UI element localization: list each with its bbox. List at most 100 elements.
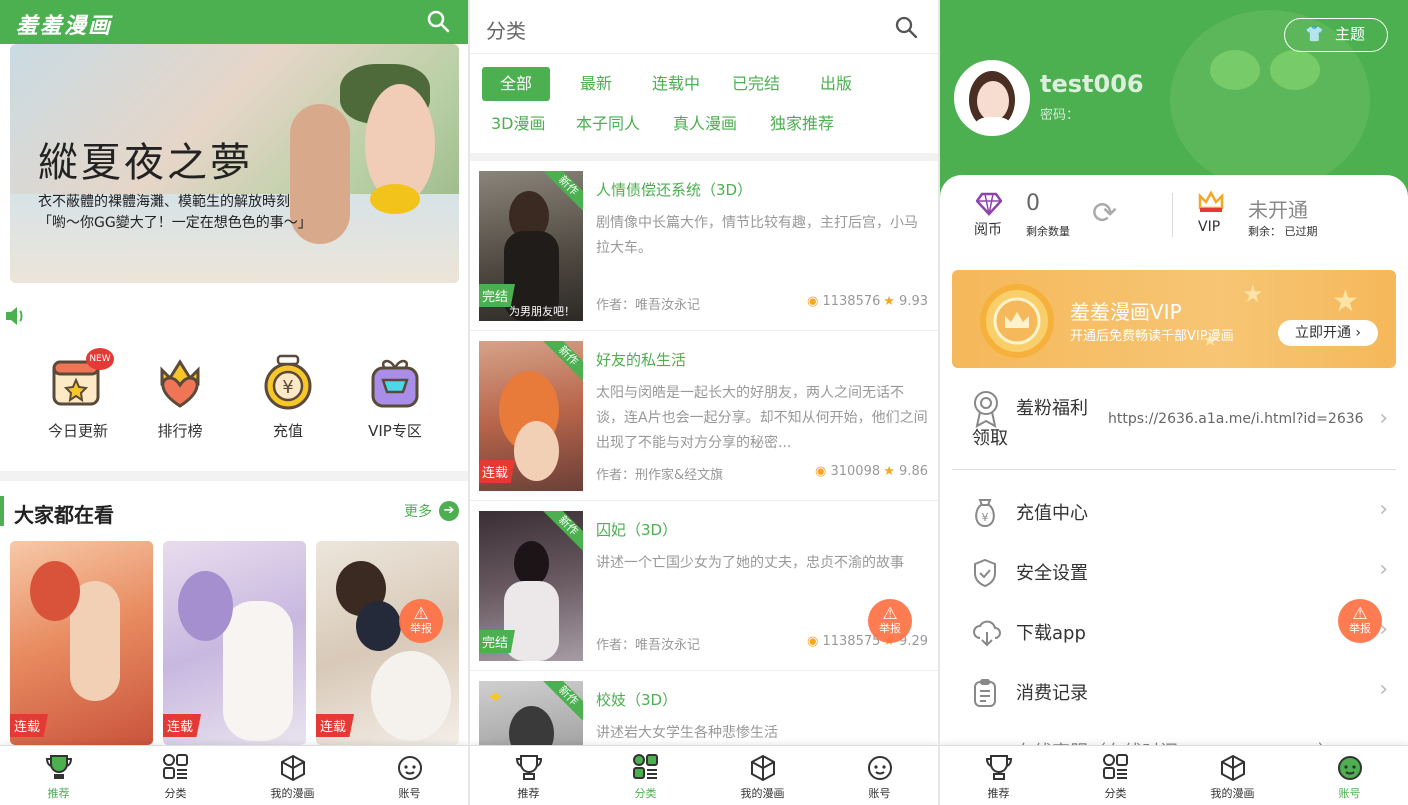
search-icon[interactable] bbox=[894, 15, 918, 43]
banner-subtitle: 衣不蔽體的裸體海灘、模範生的解放時刻 「喲～你GG變大了！一定在想色色的事～」 bbox=[38, 194, 312, 231]
list-item[interactable]: 新作 连载 好友的私生活 太阳与闵皓是一起长大的好朋友，两人之间无话不谈，连A片… bbox=[470, 331, 938, 501]
menu-purchase-history[interactable]: 消费记录 › bbox=[952, 667, 1396, 717]
comic-author: 作者：唯吾汝永记 bbox=[596, 298, 701, 313]
tab-bar: 推荐 分类 我的漫画 账号 bbox=[0, 745, 468, 805]
quick-vip-zone[interactable]: VIP专区 bbox=[340, 348, 450, 441]
vip-banner-subtitle: 开通后免费畅读千部VIP漫画 bbox=[1070, 329, 1234, 344]
menu-security[interactable]: 安全设置 › bbox=[952, 547, 1396, 597]
vip-status: 未开通 bbox=[1248, 198, 1308, 222]
crown-heart-icon bbox=[150, 348, 210, 412]
comic-title[interactable]: 囚妃（3D） bbox=[596, 519, 677, 540]
view-count: ◉ 310098 bbox=[815, 464, 881, 479]
menu-recharge-center[interactable]: ¥ 充值中心 › bbox=[952, 487, 1396, 537]
face-icon bbox=[395, 752, 425, 782]
status-tag: 连载 bbox=[163, 714, 202, 737]
filter-published[interactable]: 出版 bbox=[810, 67, 862, 101]
warning-icon: ⚠ bbox=[882, 604, 898, 624]
trophy-icon bbox=[514, 752, 544, 782]
filter-latest[interactable]: 最新 bbox=[570, 67, 622, 101]
vip-banner[interactable]: ★ ★ ★ 羞羞漫画VIP 开通后免费畅读千部VIP漫画 立即开通 › bbox=[952, 270, 1396, 368]
view-count: ◉ 1138576 bbox=[807, 294, 881, 309]
view-count: ◉ 1138575 bbox=[807, 634, 881, 649]
welfare-row[interactable]: 羞粉福利 领取 https://2636.a1a.me/i.html?id=26… bbox=[952, 384, 1396, 470]
status-tag: 完结 bbox=[479, 284, 516, 307]
quick-ranking[interactable]: 排行榜 bbox=[125, 348, 235, 441]
promo-banner[interactable]: 縱夏夜之夢 衣不蔽體的裸體海灘、模範生的解放時刻 「喲～你GG變大了！一定在想色… bbox=[10, 44, 459, 283]
comic-desc: 剧情像中长篇大作，情节比较有趣，主打后宫，小马拉大车。 bbox=[596, 215, 918, 256]
tab-bar: 推荐 分类 我的漫画 账号 bbox=[470, 745, 938, 805]
report-button[interactable]: ⚠ 举报 bbox=[868, 599, 912, 643]
tab-recommend[interactable]: 推荐 bbox=[0, 752, 117, 801]
menu-download-app[interactable]: 下载app › bbox=[952, 607, 1396, 657]
comic-card[interactable]: 连载 bbox=[10, 541, 153, 745]
status-tag: 连载 bbox=[10, 714, 49, 737]
search-icon[interactable] bbox=[426, 9, 450, 37]
welfare-claim[interactable]: 领取 bbox=[972, 424, 1008, 450]
tab-category[interactable]: 分类 bbox=[1057, 752, 1174, 801]
list-item[interactable]: 新作 为男朋友吧！ 完结 人情债偿还系统（3D） 剧情像中长篇大作，情节比较有趣… bbox=[470, 161, 938, 331]
rating: ★ 9.93 bbox=[883, 294, 928, 309]
status-tag: 完结 bbox=[479, 630, 516, 653]
filter-doujin[interactable]: 本子同人 bbox=[566, 107, 650, 141]
warning-icon: ⚠ bbox=[413, 604, 429, 624]
coin-sub: 剩余数量 bbox=[1026, 225, 1070, 238]
comic-title[interactable]: 人情债偿还系统（3D） bbox=[596, 179, 752, 200]
theme-button[interactable]: 👕 主题 bbox=[1284, 18, 1388, 52]
divider bbox=[0, 471, 468, 481]
vip-banner-title: 羞羞漫画VIP bbox=[1070, 300, 1182, 324]
tab-account[interactable]: 账号 bbox=[821, 752, 938, 801]
comic-card[interactable]: 连载 bbox=[316, 541, 459, 745]
welfare-url[interactable]: https://2636.a1a.me/i.html?id=2636 bbox=[1108, 411, 1364, 427]
arrow-right-icon[interactable]: ➔ bbox=[439, 501, 459, 521]
tab-my-comics[interactable]: 我的漫画 bbox=[234, 752, 351, 801]
comic-author: 作者：刑作家&经文旗 bbox=[596, 468, 724, 483]
tab-recommend[interactable]: 推荐 bbox=[470, 752, 587, 801]
filter-all[interactable]: 全部 bbox=[482, 67, 551, 101]
refresh-icon[interactable]: ⟳ bbox=[1092, 196, 1117, 231]
tab-account[interactable]: 账号 bbox=[351, 752, 468, 801]
category-header: 分类 bbox=[470, 0, 938, 54]
section-accent bbox=[0, 496, 4, 526]
trophy-icon bbox=[44, 752, 74, 782]
filter-3d[interactable]: 3D漫画 bbox=[481, 107, 556, 141]
avatar[interactable] bbox=[954, 60, 1030, 136]
report-button[interactable]: ⚠ 举报 bbox=[1338, 599, 1382, 643]
category-icon bbox=[631, 752, 661, 782]
more-link[interactable]: 更多 bbox=[404, 501, 432, 521]
filter-live-action[interactable]: 真人漫画 bbox=[663, 107, 747, 141]
comic-title[interactable]: 好友的私生活 bbox=[596, 349, 686, 370]
tab-recommend[interactable]: 推荐 bbox=[940, 752, 1057, 801]
coin-label: 阅币 bbox=[974, 222, 1002, 238]
svg-text:¥: ¥ bbox=[982, 511, 989, 524]
quick-today-update[interactable]: NEW 今日更新 bbox=[23, 348, 133, 441]
tab-category[interactable]: 分类 bbox=[117, 752, 234, 801]
tab-category[interactable]: 分类 bbox=[587, 752, 704, 801]
account-screen: 👕 主题 test006 密码： 阅币 0 剩余数量 ⟳ VIP 未开通 剩余： … bbox=[940, 0, 1408, 805]
activate-vip-button[interactable]: 立即开通 › bbox=[1278, 320, 1378, 346]
divider bbox=[470, 153, 938, 161]
home-screen: 羞羞漫画 縱夏夜之夢 衣不蔽體的裸體海灘、模範生的解放時刻 「喲～你GG變大了！… bbox=[0, 0, 468, 805]
welfare-label: 羞粉福利 bbox=[1016, 398, 1088, 419]
filter-ongoing[interactable]: 连载中 bbox=[642, 67, 710, 101]
vip-crown-icon bbox=[1197, 190, 1225, 218]
comic-card[interactable]: 连载 bbox=[163, 541, 306, 745]
warning-icon: ⚠ bbox=[1352, 604, 1368, 624]
vip-medal-icon bbox=[974, 278, 1060, 368]
comic-title[interactable]: 校妓（3D） bbox=[596, 689, 677, 710]
chevron-right-icon: › bbox=[1379, 677, 1388, 702]
speaker-icon[interactable] bbox=[4, 305, 28, 331]
report-button[interactable]: ⚠ 举报 bbox=[399, 599, 443, 643]
receipt-icon bbox=[972, 678, 998, 712]
tab-my-comics[interactable]: 我的漫画 bbox=[1174, 752, 1291, 801]
vip-gift-icon bbox=[365, 348, 425, 412]
filter-completed[interactable]: 已完结 bbox=[722, 67, 790, 101]
book-icon bbox=[748, 752, 778, 782]
tab-account[interactable]: 账号 bbox=[1291, 752, 1408, 801]
quick-recharge[interactable]: ¥ 充值 bbox=[233, 348, 343, 441]
home-header: 羞羞漫画 bbox=[0, 0, 468, 44]
eye-icon: ◉ bbox=[807, 634, 819, 649]
filter-exclusive[interactable]: 独家推荐 bbox=[760, 107, 844, 141]
trophy-icon bbox=[984, 752, 1014, 782]
list-item[interactable]: 新作 完结 囚妃（3D） 讲述一个亡国少女为了她的丈夫，忠贞不渝的故事 作者：唯… bbox=[470, 501, 938, 671]
tab-my-comics[interactable]: 我的漫画 bbox=[704, 752, 821, 801]
